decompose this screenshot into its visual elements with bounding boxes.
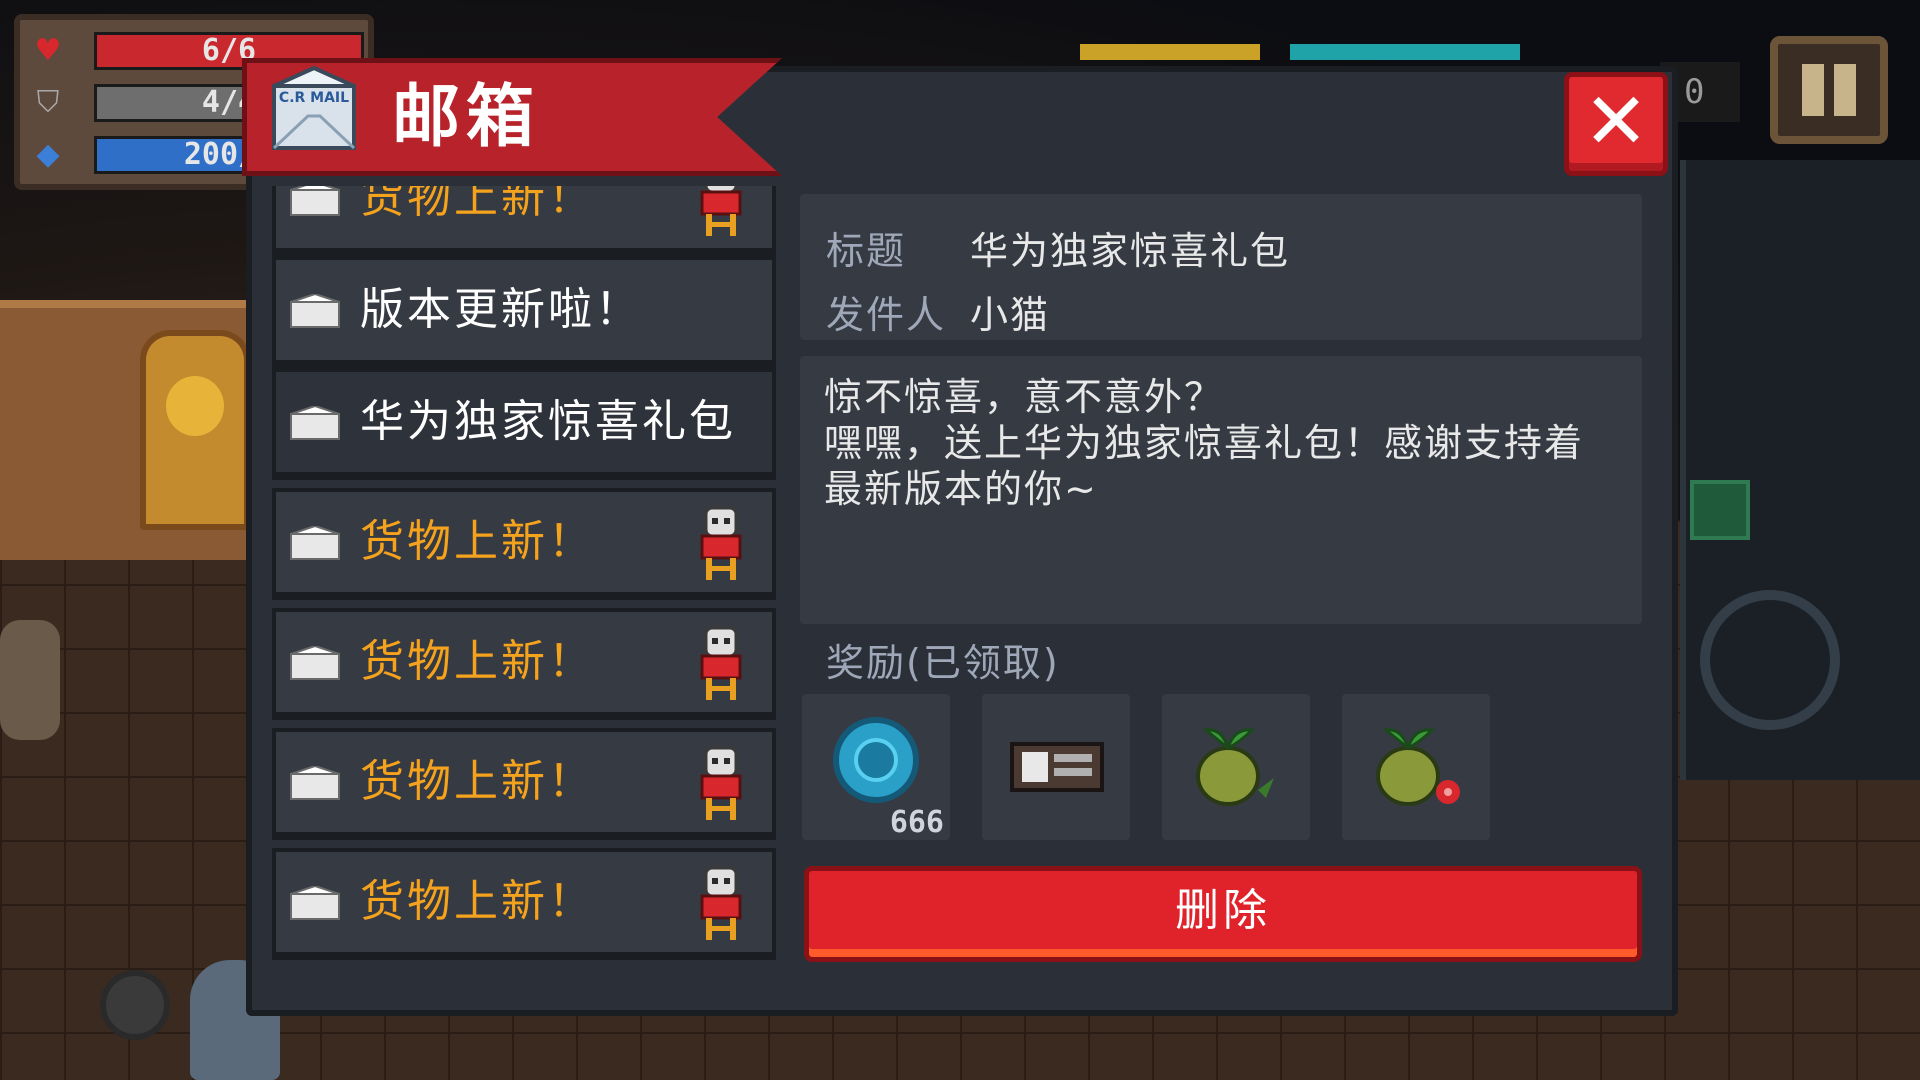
mail-subject: 货物上新！	[360, 876, 595, 927]
barrel	[100, 970, 170, 1040]
heart-icon: ♥	[34, 33, 62, 68]
envelope-icon	[290, 526, 340, 560]
rewards-title: 奖励(已领取)	[826, 641, 1060, 685]
mail-list-item[interactable]: 货物上新！	[272, 848, 776, 960]
mail-subject: 版本更新啦！	[360, 284, 642, 335]
skill-cooldown-ring	[1700, 590, 1840, 730]
reward-slot-seed	[1162, 694, 1310, 840]
envelope-icon	[290, 646, 340, 680]
reward-slot-card	[982, 694, 1130, 840]
reward-slot-seed-flower	[1342, 694, 1490, 840]
mail-detail-header: 标题 华为独家惊喜礼包 发件人 小猫	[800, 194, 1642, 340]
mail-list-item[interactable]: 版本更新啦！	[272, 256, 776, 368]
close-icon: ✕	[1583, 77, 1649, 167]
mail-subject: 货物上新！	[360, 636, 595, 687]
mail-list-item[interactable]: 华为独家惊喜礼包	[272, 368, 776, 480]
seed-bag-icon	[1196, 728, 1274, 806]
shop-robot-icon	[700, 186, 742, 236]
mail-list-item[interactable]: 货物上新！	[272, 186, 776, 256]
subject-value: 华为独家惊喜礼包	[970, 229, 1291, 273]
mail-body-line: 嘿嘿，送上华为独家惊喜礼包！感谢支持着	[824, 421, 1585, 465]
mail-list-item[interactable]: 货物上新！	[272, 488, 776, 600]
mail-subject: 货物上新！	[360, 516, 595, 567]
envelope-icon	[290, 766, 340, 800]
shop-robot-icon	[700, 626, 742, 700]
pause-icon-bar	[1834, 64, 1856, 116]
sender-value: 小猫	[970, 293, 1051, 337]
green-board	[1690, 480, 1750, 540]
mail-list-item[interactable]: 货物上新！	[272, 728, 776, 840]
mail-envelope-icon: C.R MAIL	[272, 65, 356, 150]
mail-body: 惊不惊喜，意不意外？ 嘿嘿，送上华为独家惊喜礼包！感谢支持着 最新版本的你~	[800, 356, 1642, 624]
shop-robot-icon	[700, 746, 742, 820]
mail-list-item[interactable]: 货物上新！	[272, 608, 776, 720]
mail-body-line: 最新版本的你~	[824, 467, 1098, 511]
shop-robot-icon	[700, 506, 742, 580]
close-button[interactable]: ✕	[1564, 72, 1668, 176]
envelope-icon	[290, 186, 340, 216]
pause-button[interactable]	[1770, 36, 1888, 144]
reward-slot-gems: 666	[802, 694, 950, 840]
cat-npc	[0, 620, 60, 740]
reward-count: 666	[889, 805, 944, 840]
card-icon	[1010, 742, 1104, 792]
delete-button[interactable]: 删除	[804, 866, 1642, 962]
mailbox-title: 邮箱	[392, 78, 541, 157]
cyan-bar	[1290, 44, 1520, 60]
envelope-icon	[290, 406, 340, 440]
seed-bag-red-flower-icon	[1376, 728, 1460, 806]
diamond-icon: ◆	[36, 137, 60, 172]
mail-list: 货物上新！ 版本更新啦！ 华为独家惊喜礼包 货物上新！ 货物上新！ 货物上新！ 货物上新！	[272, 186, 776, 966]
envelope-icon	[290, 886, 340, 920]
shield-icon: ⛉	[36, 85, 60, 120]
sender-label: 发件人	[826, 293, 947, 337]
mail-subject: 货物上新！	[360, 186, 595, 223]
envelope-icon	[290, 294, 340, 328]
pharaoh-statue	[140, 330, 250, 530]
mail-subject: 货物上新！	[360, 756, 595, 807]
mail-subject: 华为独家惊喜礼包	[360, 396, 736, 447]
mail-icon-text: C.R MAIL	[279, 90, 349, 106]
pause-icon	[1802, 64, 1824, 116]
yellow-bar	[1080, 44, 1260, 60]
subject-label: 标题	[826, 229, 907, 273]
shop-robot-icon	[700, 866, 742, 940]
boss-bars	[1080, 44, 1580, 60]
mail-body-line: 惊不惊喜，意不意外？	[824, 375, 1225, 419]
